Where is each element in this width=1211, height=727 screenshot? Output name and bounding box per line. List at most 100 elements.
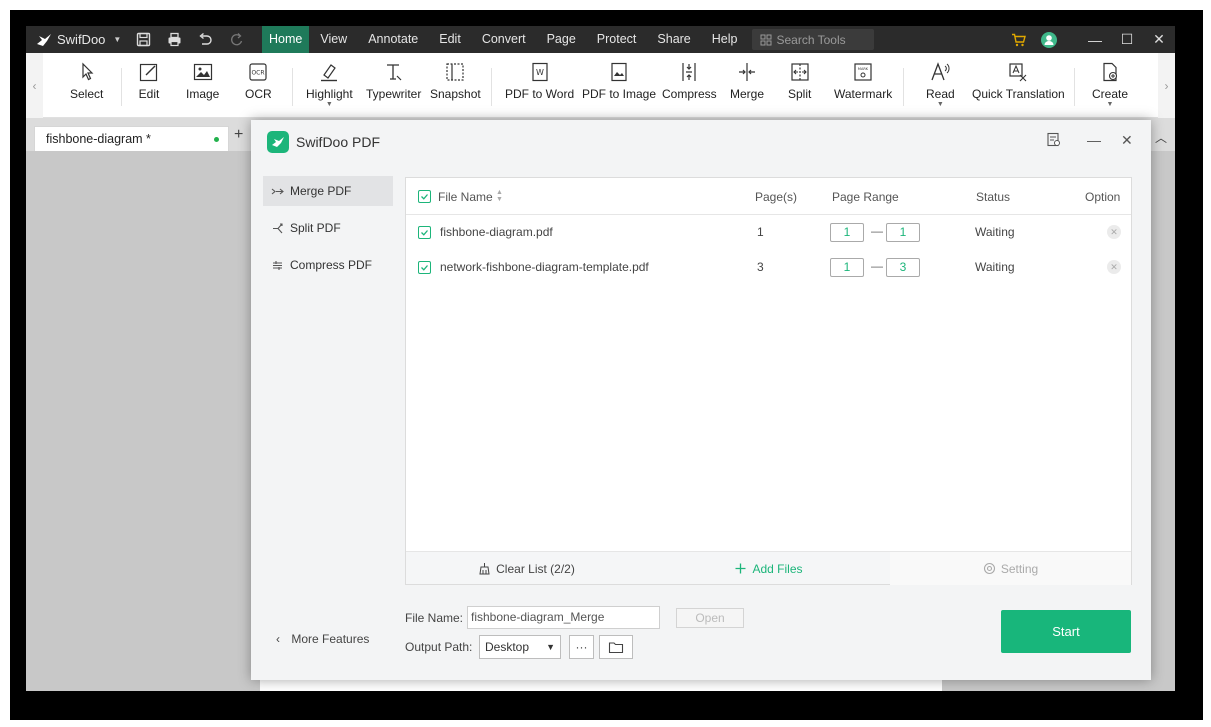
- tool-label: PDF to Image: [582, 87, 657, 101]
- pdf-to-image-icon: [611, 62, 627, 82]
- tool-label: Compress: [662, 87, 717, 101]
- chevron-down-icon: ▼: [113, 35, 122, 44]
- nav-label: Compress PDF: [290, 258, 373, 272]
- menu-help[interactable]: Help: [702, 26, 748, 53]
- remove-file-button[interactable]: ✕: [1107, 225, 1121, 239]
- tool-ocr[interactable]: OCR OCR: [245, 61, 272, 101]
- tool-label: Snapshot: [430, 87, 481, 101]
- setting-button[interactable]: Setting: [890, 552, 1131, 585]
- search-tools-input[interactable]: Search Tools: [752, 29, 875, 50]
- range-to-input[interactable]: 1: [886, 223, 920, 242]
- range-from-input[interactable]: 1: [830, 258, 864, 277]
- dialog-titlebar: SwifDoo PDF — ✕: [251, 120, 1151, 164]
- tool-merge[interactable]: Merge: [730, 61, 764, 101]
- minimize-button[interactable]: —: [1079, 26, 1111, 53]
- range-from-input[interactable]: 1: [830, 223, 864, 242]
- tool-create[interactable]: Create ▼: [1092, 61, 1128, 108]
- ribbon-divider: [292, 68, 293, 106]
- close-icon: ✕: [1110, 227, 1118, 237]
- svg-text:OCR: OCR: [252, 70, 265, 77]
- add-files-button[interactable]: Add Files: [647, 552, 890, 585]
- menu-home[interactable]: Home: [262, 26, 310, 53]
- tool-image[interactable]: Image: [186, 61, 219, 101]
- menu-annotate[interactable]: Annotate: [358, 26, 428, 53]
- output-file-name-input[interactable]: fishbone-diagram_Merge: [467, 606, 660, 629]
- add-tab-button[interactable]: +: [234, 126, 243, 144]
- dialog-minimize-button[interactable]: —: [1087, 132, 1101, 148]
- tab-fishbone-diagram[interactable]: fishbone-diagram *: [34, 126, 229, 151]
- output-path-select[interactable]: Desktop ▼: [479, 635, 561, 659]
- range-to-input[interactable]: 3: [886, 258, 920, 277]
- nav-merge-pdf[interactable]: Merge PDF: [263, 176, 393, 206]
- more-features-button[interactable]: ‹ More Features: [276, 632, 369, 646]
- close-icon: ✕: [1110, 262, 1118, 272]
- plus-icon: +: [234, 126, 244, 143]
- remove-file-button[interactable]: ✕: [1107, 260, 1121, 274]
- column-page-range: Page Range: [832, 190, 899, 204]
- chevron-up-icon: ︿: [1154, 131, 1167, 145]
- menu-share[interactable]: Share: [647, 26, 700, 53]
- more-label: ···: [575, 640, 588, 654]
- folder-icon: [608, 641, 624, 653]
- app-name: SwifDoo: [57, 32, 106, 47]
- tool-pdf-to-word[interactable]: W PDF to Word: [505, 61, 574, 101]
- file-list-footer: Clear List (2/2) Add Files Setting: [406, 551, 1131, 585]
- tool-split[interactable]: Split: [788, 61, 811, 101]
- clear-list-button[interactable]: Clear List (2/2): [406, 552, 647, 585]
- tool-quick-translation[interactable]: Quick Translation: [972, 61, 1065, 101]
- read-icon: [931, 62, 950, 81]
- ribbon-scroll-left[interactable]: ‹: [26, 53, 43, 118]
- avatar[interactable]: [1041, 31, 1057, 48]
- redo-icon: [231, 33, 243, 46]
- collapse-ribbon-button[interactable]: ︿: [1155, 129, 1167, 146]
- row-checkbox[interactable]: [418, 261, 431, 274]
- app-menu-button[interactable]: SwifDoo ▼: [26, 26, 128, 53]
- redo-button[interactable]: [221, 26, 252, 53]
- broom-icon: [479, 563, 490, 575]
- clear-list-label: Clear List (2/2): [496, 561, 575, 576]
- open-button[interactable]: Open: [676, 608, 744, 628]
- merge-icon: [271, 188, 284, 194]
- save-button[interactable]: [128, 26, 159, 53]
- dialog-feedback-button[interactable]: [1046, 132, 1061, 150]
- menu-view[interactable]: View: [310, 26, 357, 53]
- start-button[interactable]: Start: [1001, 610, 1131, 653]
- snapshot-icon: [446, 63, 464, 81]
- tool-highlight[interactable]: Highlight ▼: [306, 61, 353, 108]
- browse-path-button[interactable]: ···: [569, 635, 594, 659]
- tool-compress[interactable]: Compress: [662, 61, 717, 101]
- merge-dialog: SwifDoo PDF — ✕ Merge PDF Split PDF Comp…: [251, 120, 1151, 680]
- tool-read[interactable]: Read ▼: [926, 61, 955, 108]
- menu-page[interactable]: Page: [537, 26, 586, 53]
- undo-button[interactable]: [190, 26, 221, 53]
- tool-pdf-to-image[interactable]: PDF to Image: [582, 61, 656, 101]
- split-icon: [273, 222, 283, 233]
- swifdoo-logo-icon: [37, 33, 51, 46]
- select-all-checkbox[interactable]: [418, 190, 431, 203]
- close-button[interactable]: ✕: [1143, 26, 1175, 53]
- print-button[interactable]: [159, 26, 190, 53]
- maximize-button[interactable]: ☐: [1111, 26, 1143, 53]
- cursor-icon: [82, 62, 94, 81]
- nav-split-pdf[interactable]: Split PDF: [263, 213, 393, 243]
- tool-snapshot[interactable]: Snapshot: [430, 61, 481, 101]
- nav-compress-pdf[interactable]: Compress PDF: [263, 250, 393, 280]
- table-header: File Name ▲ ▼ Page(s) Page Range Status O…: [406, 178, 1131, 215]
- row-checkbox[interactable]: [418, 226, 431, 239]
- sort-icon[interactable]: ▲ ▼: [496, 189, 503, 203]
- tool-typewriter[interactable]: Typewriter: [366, 61, 421, 101]
- add-files-label: Add Files: [752, 561, 803, 576]
- open-folder-button[interactable]: [599, 635, 633, 659]
- document-list-icon: [1047, 132, 1060, 147]
- typewriter-icon: [386, 64, 402, 81]
- menu-protect[interactable]: Protect: [587, 26, 647, 53]
- dialog-close-button[interactable]: ✕: [1121, 132, 1133, 149]
- dropdown-arrow-icon: ▼: [1106, 101, 1114, 108]
- menu-convert[interactable]: Convert: [472, 26, 536, 53]
- tool-edit[interactable]: Edit: [138, 61, 160, 101]
- ribbon-scroll-right[interactable]: ›: [1158, 53, 1175, 118]
- menu-edit[interactable]: Edit: [429, 26, 471, 53]
- tool-select[interactable]: Select: [70, 61, 103, 101]
- tool-watermark[interactable]: MARK Watermark: [834, 61, 892, 101]
- store-button[interactable]: [1003, 33, 1033, 47]
